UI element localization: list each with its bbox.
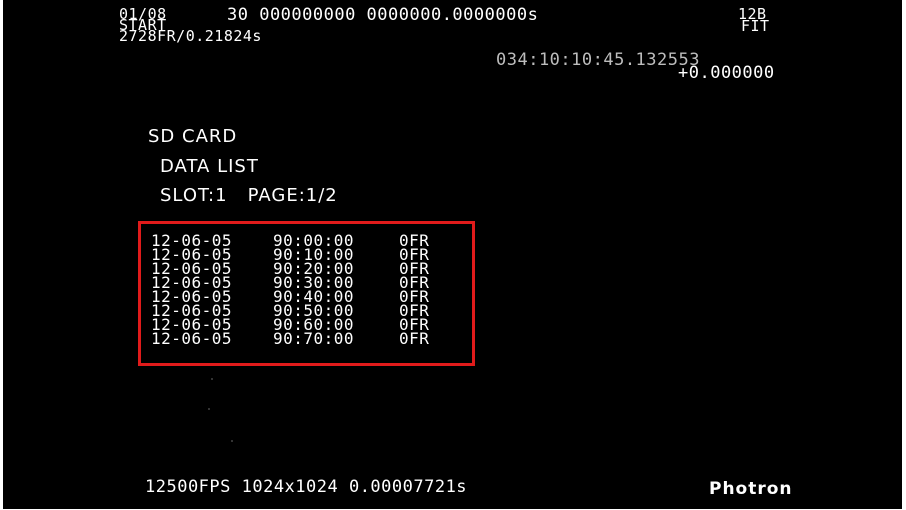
list-item-date: 12-06-05 [151,329,233,348]
list-item[interactable]: 12-06-05 90:70:00 0FR [151,329,439,348]
data-list: 12-06-05 90:00:00 0FR 12-06-05 90:10:00 0FR 12… [151,233,439,348]
frame-info: 2728FR/0.21824s [119,27,262,45]
noise-speck [231,440,233,442]
camera-osd-screen: 01/08 START 2728FR/0.21824s 30 000000000… [3,0,902,509]
noise-speck [208,408,210,410]
offset-readout: +0.000000 [678,63,775,83]
list-item-frames: 0FR [399,329,430,348]
slot-page-indicator[interactable]: SLOT:1 PAGE:1/2 [160,187,338,205]
menu-title: SD CARD [148,126,238,147]
noise-speck [211,378,213,380]
capture-settings: 12500FPS 1024x1024 0.00007721s [145,477,468,497]
data-list-selection-box[interactable]: 12-06-05 90:00:00 0FR 12-06-05 90:10:00 0FR 12… [138,221,475,366]
list-item-time: 90:70:00 [273,329,355,348]
menu-subtitle[interactable]: DATA LIST [160,158,259,176]
top-counter-readout: 30 000000000 0000000.0000000s [227,5,539,25]
fit-label: FIT [741,17,770,35]
photron-logo: Photron [709,479,793,499]
timestamp-readout: 034:10:10:45.132553 [496,50,700,70]
